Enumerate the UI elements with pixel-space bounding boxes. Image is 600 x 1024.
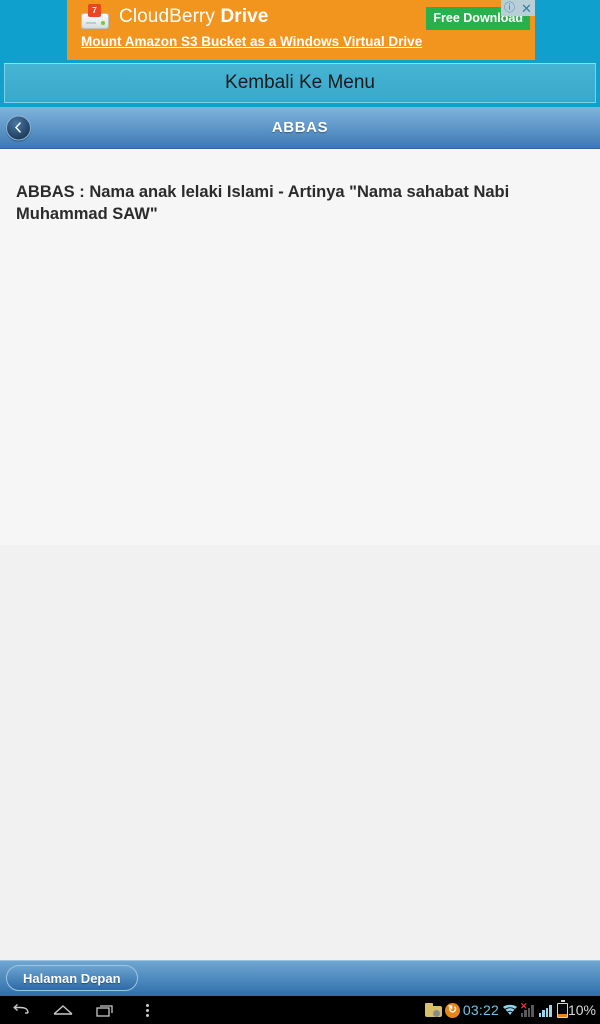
ad-controls: ⓘ ✕	[501, 0, 535, 16]
status-sync: ↻	[444, 1002, 460, 1018]
kembali-ke-menu-button[interactable]: Kembali Ke Menu	[4, 63, 596, 103]
signal-icon	[538, 1004, 554, 1017]
home-icon	[52, 1003, 74, 1017]
android-recents-button[interactable]	[84, 996, 126, 1024]
bottom-toolbar: Halaman Depan	[0, 960, 600, 996]
name-meaning-text: ABBAS : Nama anak lelaki Islami - Artiny…	[16, 183, 510, 223]
content-lower-pane	[0, 545, 600, 960]
sync-icon: ↻	[444, 1002, 460, 1018]
cloudberry-drive-logo-icon: 7	[81, 4, 109, 30]
clock-label: 03:22	[462, 1002, 499, 1018]
android-overflow-menu-button[interactable]	[126, 996, 168, 1024]
kembali-bar: Kembali Ke Menu	[0, 60, 600, 107]
title-bar: ABBAS	[0, 107, 600, 149]
status-clock: 03:22	[463, 1002, 499, 1018]
signal-no-service-icon: ✕	[520, 1001, 536, 1017]
halaman-depan-label: Halaman Depan	[23, 970, 121, 986]
overflow-menu-icon	[145, 1003, 149, 1017]
status-wifi	[502, 1003, 518, 1017]
logo-badge: 7	[88, 4, 101, 17]
ad-region: 7 CloudBerry Drive Free Download Mount A…	[0, 0, 600, 60]
ad-close-icon[interactable]: ✕	[518, 0, 535, 16]
status-battery: 10%	[556, 1000, 596, 1018]
battery-icon	[556, 1000, 568, 1018]
recents-icon	[95, 1003, 115, 1018]
app-screen: 7 CloudBerry Drive Free Download Mount A…	[0, 0, 600, 1024]
content-area: ABBAS : Nama anak lelaki Islami - Artiny…	[0, 149, 600, 960]
ad-brand-title: CloudBerry Drive	[119, 6, 268, 28]
page-title: ABBAS	[271, 119, 329, 136]
back-icon	[11, 1003, 31, 1017]
android-navigation-bar: ↻ 03:22 ✕ 10%	[0, 996, 600, 1024]
advertisement-banner[interactable]: 7 CloudBerry Drive Free Download Mount A…	[67, 0, 535, 60]
ad-brand-first: CloudBerry	[119, 6, 216, 27]
back-button[interactable]	[6, 115, 31, 140]
android-home-button[interactable]	[42, 996, 84, 1024]
ad-brand-second: Drive	[220, 6, 269, 27]
android-back-button[interactable]	[0, 996, 42, 1024]
status-folder	[424, 1003, 442, 1017]
chevron-left-icon	[13, 122, 25, 134]
nav-button-group	[0, 996, 168, 1024]
status-signal-1: ✕	[520, 1001, 536, 1017]
battery-percent-label: 10%	[567, 1002, 596, 1018]
kembali-ke-menu-label: Kembali Ke Menu	[225, 72, 375, 93]
wifi-icon	[502, 1003, 518, 1017]
status-signal-2	[538, 1004, 554, 1017]
status-bar-icons: ↻ 03:22 ✕ 10%	[424, 996, 596, 1024]
halaman-depan-button[interactable]: Halaman Depan	[6, 965, 138, 991]
ad-subtitle: Mount Amazon S3 Bucket as a Windows Virt…	[81, 34, 423, 49]
ad-info-icon[interactable]: ⓘ	[501, 0, 518, 16]
folder-icon	[424, 1003, 442, 1017]
